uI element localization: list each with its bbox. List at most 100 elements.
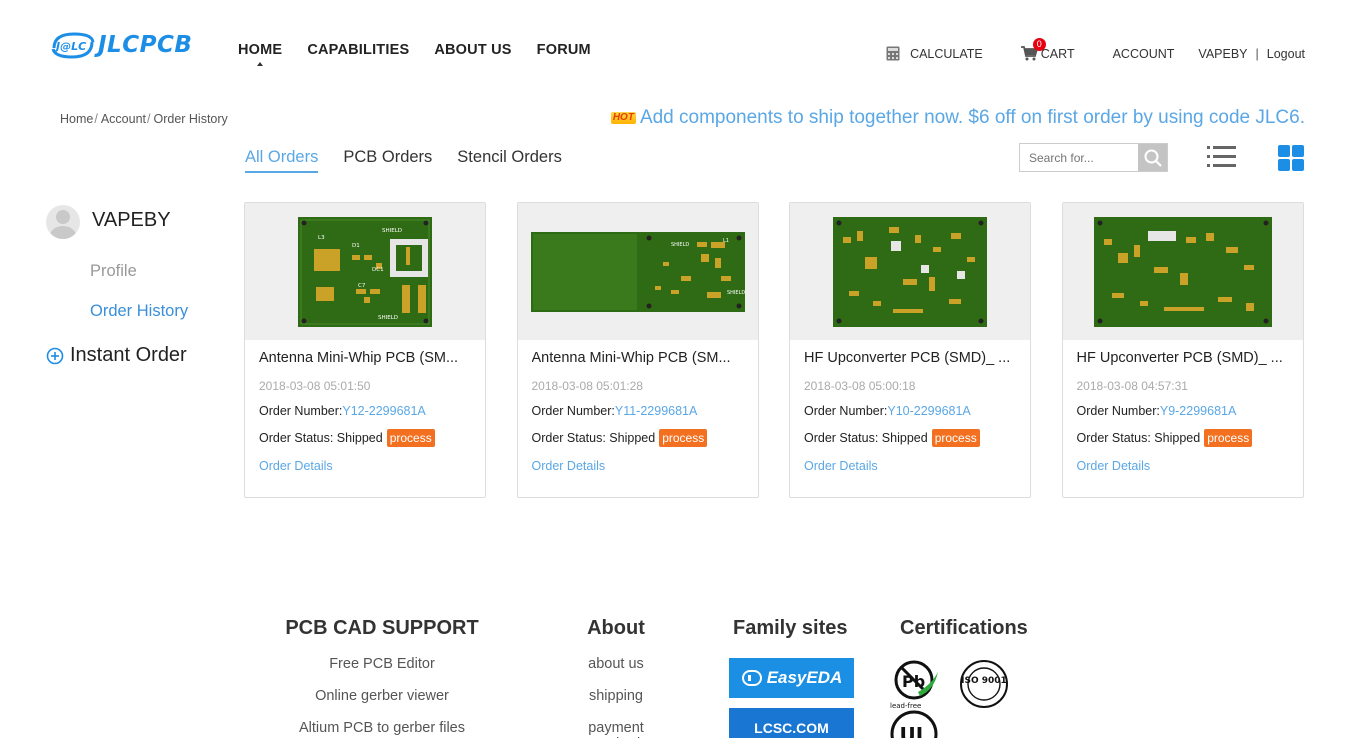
breadcrumb-order-history: Order History [153, 112, 228, 126]
order-tabs: All Orders PCB Orders Stencil Orders [245, 148, 587, 173]
tab-stencil-orders[interactable]: Stencil Orders [457, 148, 562, 173]
header-separator: | [1255, 46, 1259, 61]
account-link[interactable]: ACCOUNT [1113, 47, 1175, 61]
order-number[interactable]: Y9-2299681A [1160, 404, 1236, 418]
order-details-link[interactable]: Order Details [804, 459, 1016, 473]
order-cards: L3 D1 SHIELD DC1 C7 SHIELD Antenna Mini-Whip … [244, 202, 1304, 498]
order-number-label: Order Number: [259, 404, 343, 418]
jlcpcb-logo[interactable]: J@LC JLCPCB [50, 30, 192, 60]
svg-text:SHIELD: SHIELD [382, 228, 402, 234]
footer-link-about-us[interactable]: about us [566, 656, 666, 672]
order-number-label: Order Number: [531, 404, 615, 418]
list-view-icon [1207, 146, 1236, 167]
footer-about-title: About [587, 617, 645, 639]
ul-badge-icon: UL [890, 710, 938, 738]
sidebar-item-profile[interactable]: Profile [90, 262, 137, 281]
order-date: 2018-03-08 05:00:18 [804, 379, 916, 393]
process-badge[interactable]: process [659, 429, 708, 447]
search-icon [1144, 149, 1162, 167]
footer-link-gerber-viewer[interactable]: Online gerber viewer [285, 688, 479, 704]
pcb-thumbnail[interactable] [790, 203, 1030, 340]
order-number[interactable]: Y11-2299681A [615, 404, 697, 418]
order-card: HF Upconverter PCB (SMD)_ ... 2018-03-08… [1061, 202, 1304, 498]
order-status-line: Order Status: Shipped process [1077, 429, 1289, 447]
grid-view-toggle[interactable] [1278, 145, 1304, 176]
order-date: 2018-03-08 05:01:50 [259, 379, 371, 393]
svg-text:C7: C7 [358, 283, 366, 289]
order-number-label: Order Number: [804, 404, 888, 418]
footer-link-payment-method[interactable]: payment method [566, 720, 666, 738]
footer-certifications: Certifications [900, 617, 1028, 640]
sidebar-username: VAPEBY [92, 208, 171, 231]
calculator-icon [886, 46, 900, 61]
lead-free-badge-icon: Pb lead-free [890, 660, 938, 710]
order-status-line: Order Status: Shipped process [259, 429, 471, 447]
nav-about-us[interactable]: ABOUT US [434, 42, 511, 58]
order-status: Order Status: Shipped [1076, 431, 1201, 445]
order-details-link[interactable]: Order Details [259, 459, 471, 473]
easyeda-label: EasyEDA [766, 668, 843, 687]
footer-link-shipping[interactable]: shipping [566, 688, 666, 704]
svg-text:SHIELD: SHIELD [378, 315, 398, 321]
footer-about: About about us shipping payment method [566, 617, 666, 738]
svg-text:D1: D1 [352, 243, 360, 249]
tab-all-orders[interactable]: All Orders [245, 148, 319, 173]
cart-link[interactable]: 0 CART [1020, 38, 1075, 61]
order-status-line: Order Status: Shipped process [804, 429, 1016, 447]
grid-view-icon [1278, 145, 1304, 171]
instant-order-button[interactable]: Instant Order [46, 344, 187, 367]
footer-family-title: Family sites [733, 617, 848, 639]
order-number-line: Order Number: Y12-2299681A [259, 404, 471, 418]
pcb-thumbnail[interactable]: L3 D1 SHIELD DC1 C7 SHIELD [245, 203, 485, 340]
footer-link-altium-to-gerber[interactable]: Altium PCB to gerber files [285, 720, 479, 736]
nav-capabilities[interactable]: CAPABILITIES [307, 42, 409, 58]
nav-home[interactable]: HOME [238, 42, 282, 66]
footer-cad-support: PCB CAD SUPPORT Free PCB Editor Online g… [285, 617, 479, 736]
search-button[interactable] [1138, 144, 1167, 171]
logo-badge-icon: J@LC [50, 30, 96, 60]
order-number-line: Order Number: Y10-2299681A [804, 404, 1016, 418]
footer-link-free-pcb-editor[interactable]: Free PCB Editor [285, 656, 479, 672]
process-badge[interactable]: process [386, 429, 435, 447]
promo-banner[interactable]: HOT Add components to ship together now.… [610, 107, 1305, 129]
sidebar-item-order-history[interactable]: Order History [90, 302, 188, 321]
logout-link[interactable]: Logout [1267, 47, 1305, 61]
nav-forum[interactable]: FORUM [537, 42, 591, 58]
breadcrumb-account[interactable]: Account [101, 112, 146, 126]
main-nav: HOME CAPABILITIES ABOUT US FORUM [238, 42, 616, 66]
order-number-line: Order Number: Y9-2299681A [1077, 404, 1289, 418]
svg-text:L1: L1 [723, 238, 729, 244]
list-view-toggle[interactable] [1207, 145, 1237, 174]
calculate-link[interactable]: CALCULATE [886, 46, 983, 61]
cart-count-badge: 0 [1032, 38, 1046, 51]
order-number-line: Order Number: Y11-2299681A [532, 404, 744, 418]
top-right-menu: CALCULATE 0 CART ACCOUNT VAPEBY | Logout [886, 38, 1305, 61]
breadcrumb-home[interactable]: Home [60, 112, 93, 126]
pcb-thumbnail[interactable] [1062, 203, 1303, 340]
hot-icon: HOT [610, 112, 636, 124]
lcsc-logo[interactable]: LCSC.COM [729, 708, 854, 738]
order-title[interactable]: Antenna Mini-Whip PCB (SM... [259, 350, 471, 366]
order-number[interactable]: Y12-2299681A [342, 404, 425, 418]
order-title[interactable]: HF Upconverter PCB (SMD)_ ... [804, 350, 1016, 366]
svg-text:J@LC: J@LC [54, 40, 86, 53]
order-title[interactable]: HF Upconverter PCB (SMD)_ ... [1077, 350, 1289, 366]
order-number[interactable]: Y10-2299681A [887, 404, 970, 418]
order-card: L3 D1 SHIELD DC1 C7 SHIELD Antenna Mini-Whip … [244, 202, 486, 498]
tab-pcb-orders[interactable]: PCB Orders [343, 148, 432, 173]
logo-text: JLCPCB [98, 32, 193, 58]
pcb-thumbnail[interactable]: SHIELD L1 SHIELD [517, 203, 758, 340]
process-badge[interactable]: process [931, 429, 980, 447]
search-box [1019, 143, 1168, 172]
process-badge[interactable]: process [1204, 429, 1253, 447]
promo-text[interactable]: Add components to ship together now. $6 … [640, 107, 1305, 129]
easyeda-logo[interactable]: EasyEDA [729, 658, 854, 698]
header-username[interactable]: VAPEBY [1198, 47, 1247, 61]
order-details-link[interactable]: Order Details [532, 459, 744, 473]
avatar [46, 205, 80, 239]
plus-circle-icon [46, 347, 64, 364]
order-title[interactable]: Antenna Mini-Whip PCB (SM... [532, 350, 744, 366]
order-card: HF Upconverter PCB (SMD)_ ... 2018-03-08… [789, 202, 1031, 498]
order-details-link[interactable]: Order Details [1077, 459, 1289, 473]
search-input[interactable] [1020, 144, 1138, 171]
